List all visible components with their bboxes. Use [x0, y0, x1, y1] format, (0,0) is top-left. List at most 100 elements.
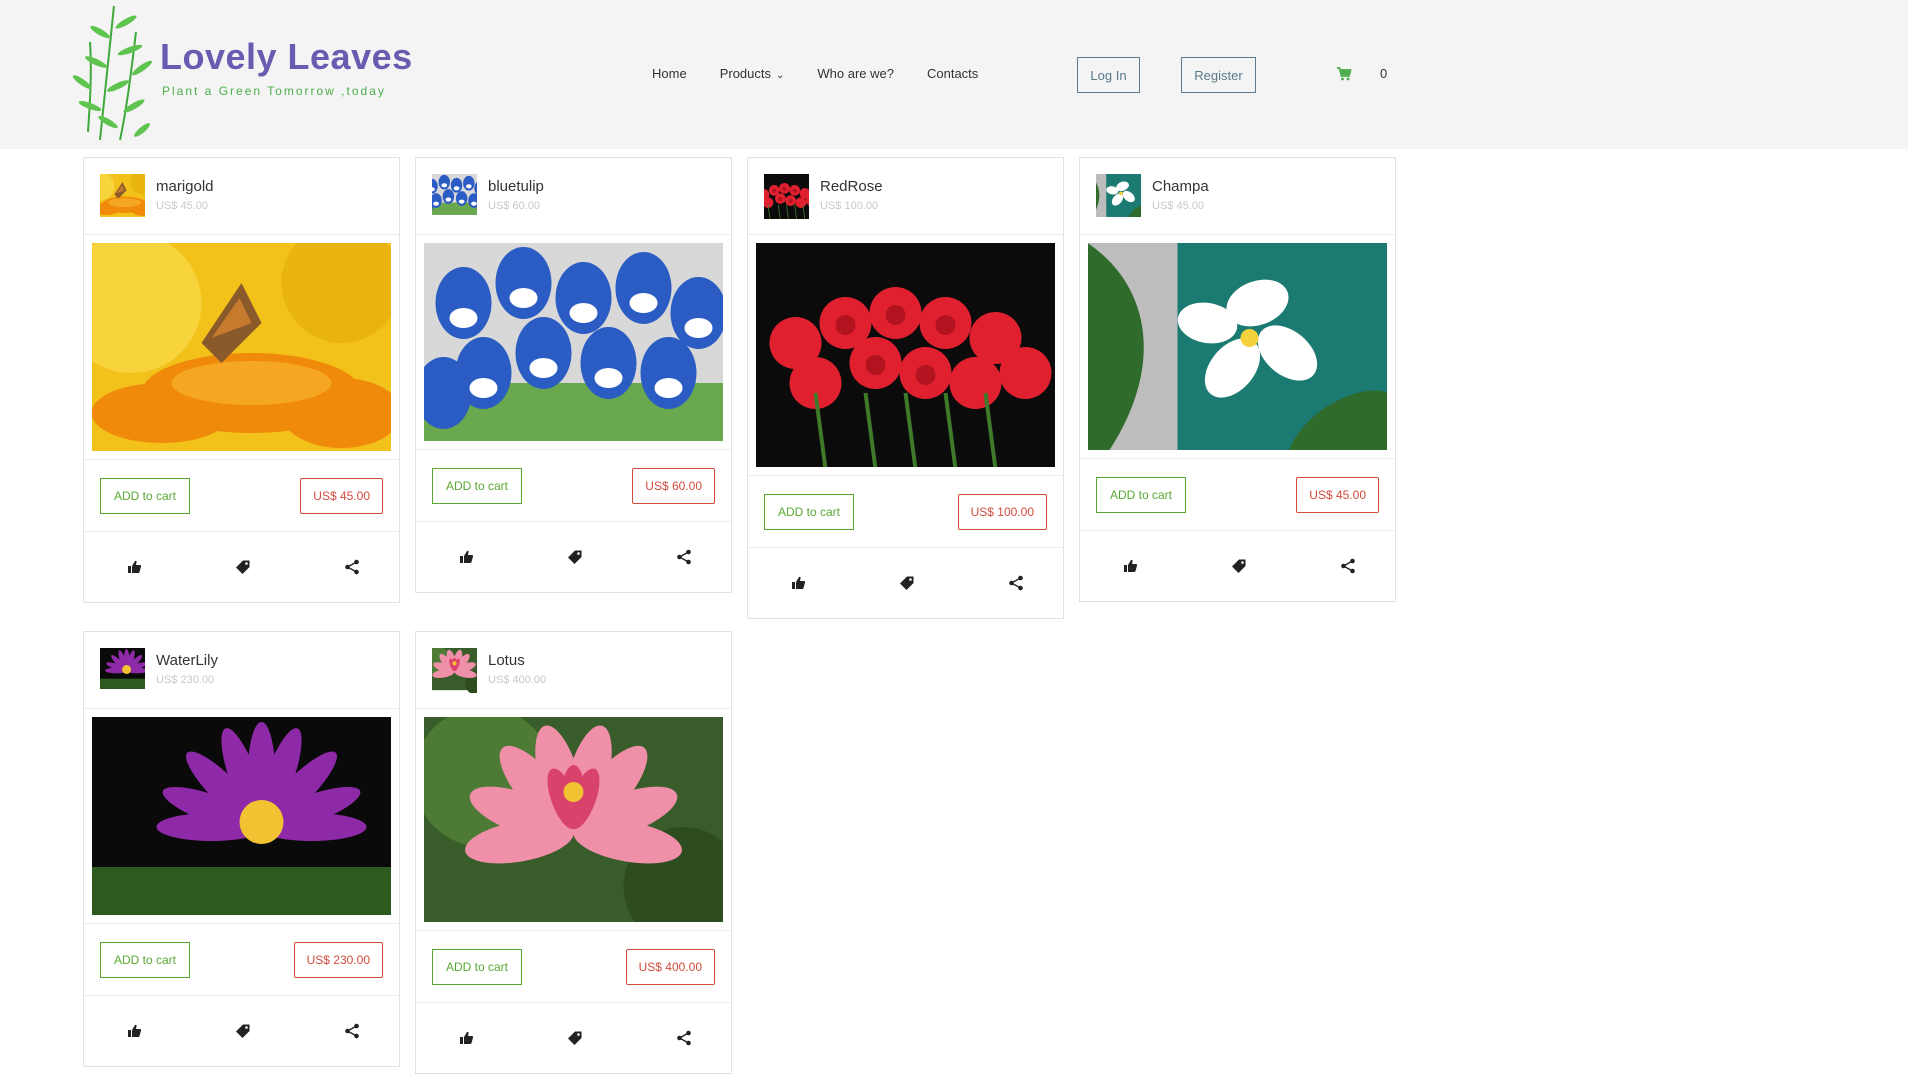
product-actions: ADD to cart US$ 60.00 [416, 450, 731, 522]
shopping-cart-icon[interactable] [1336, 66, 1352, 82]
add-to-cart-button[interactable]: ADD to cart [432, 468, 523, 504]
site-header: Lovely Leaves Plant a Green Tomorrow ,to… [0, 0, 1908, 149]
tag-icon[interactable] [567, 1030, 583, 1046]
tag-icon[interactable] [235, 559, 251, 575]
add-to-cart-button[interactable]: ADD to cart [100, 478, 191, 514]
share-icon[interactable] [676, 1030, 692, 1046]
product-name[interactable]: bluetulip [488, 178, 544, 195]
price-button[interactable]: US$ 45.00 [300, 478, 383, 514]
share-icon[interactable] [344, 1023, 360, 1039]
product-footer [748, 548, 1063, 618]
product-thumbnail[interactable] [100, 174, 145, 219]
price-button[interactable]: US$ 45.00 [1296, 477, 1379, 513]
product-image-container [416, 709, 731, 931]
product-card-header: Champa US$ 45.00 [1080, 158, 1395, 235]
share-icon[interactable] [1008, 575, 1024, 591]
share-icon[interactable] [344, 559, 360, 575]
tag-icon[interactable] [1231, 558, 1247, 574]
product-footer [84, 996, 399, 1066]
product-name[interactable]: marigold [156, 178, 214, 195]
product-image-container [84, 235, 399, 460]
add-to-cart-button[interactable]: ADD to cart [100, 942, 191, 978]
nav-products[interactable]: Products ⌄ [720, 66, 785, 81]
product-actions: ADD to cart US$ 45.00 [84, 460, 399, 532]
product-name[interactable]: Champa [1152, 178, 1209, 195]
add-to-cart-button[interactable]: ADD to cart [764, 494, 855, 530]
share-icon[interactable] [676, 549, 692, 565]
product-footer [84, 532, 399, 602]
login-button[interactable]: Log In [1077, 57, 1140, 93]
product-actions: ADD to cart US$ 100.00 [748, 476, 1063, 548]
product-thumbnail[interactable] [432, 174, 477, 219]
add-to-cart-button[interactable]: ADD to cart [432, 949, 523, 985]
product-card: Lotus US$ 400.00 ADD to cart US$ 400.00 [415, 631, 732, 1074]
thumbs-up-icon[interactable] [790, 575, 806, 591]
product-card: Champa US$ 45.00 ADD to cart US$ 45.00 [1079, 157, 1396, 602]
nav-contacts[interactable]: Contacts [927, 66, 978, 81]
thumbs-up-icon[interactable] [458, 549, 474, 565]
register-button[interactable]: Register [1181, 57, 1256, 93]
product-image[interactable] [1088, 243, 1387, 450]
add-to-cart-button[interactable]: ADD to cart [1096, 477, 1187, 513]
product-image[interactable] [92, 717, 391, 915]
tag-icon[interactable] [235, 1023, 251, 1039]
product-thumbnail[interactable] [764, 174, 809, 219]
product-thumbnail[interactable] [1096, 174, 1141, 219]
product-subprice: US$ 400.00 [488, 674, 547, 686]
nav-who-are-we[interactable]: Who are we? [817, 66, 894, 81]
product-footer [1080, 531, 1395, 601]
product-card: bluetulip US$ 60.00 ADD to cart US$ 60.0… [415, 157, 732, 593]
price-button[interactable]: US$ 100.00 [957, 494, 1047, 530]
price-button[interactable]: US$ 230.00 [293, 942, 383, 978]
product-subprice: US$ 100.00 [820, 200, 879, 212]
product-name[interactable]: RedRose [820, 178, 883, 195]
product-image[interactable] [424, 717, 723, 922]
product-card: marigold US$ 45.00 ADD to cart US$ 45.00 [83, 157, 400, 603]
tag-icon[interactable] [899, 575, 915, 591]
product-subprice: US$ 45.00 [1152, 200, 1204, 212]
product-subprice: US$ 45.00 [156, 200, 208, 212]
product-card-header: Lotus US$ 400.00 [416, 632, 731, 709]
product-actions: ADD to cart US$ 400.00 [416, 931, 731, 1003]
brand-logo[interactable]: Lovely Leaves Plant a Green Tomorrow ,to… [70, 2, 430, 142]
product-thumbnail[interactable] [432, 648, 477, 693]
cart-count: 0 [1380, 66, 1388, 81]
product-image-container [748, 235, 1063, 476]
main-nav: Home Products ⌄ Who are we? Contacts [652, 66, 978, 81]
share-icon[interactable] [1340, 558, 1356, 574]
nav-home[interactable]: Home [652, 66, 687, 81]
thumbs-up-icon[interactable] [126, 1023, 142, 1039]
nav-products-label: Products [719, 66, 771, 81]
brand-tagline: Plant a Green Tomorrow ,today [162, 84, 386, 98]
bamboo-leaves-icon [72, 5, 152, 141]
product-image[interactable] [424, 243, 723, 441]
product-image[interactable] [92, 243, 391, 451]
product-footer [416, 522, 731, 592]
product-actions: ADD to cart US$ 230.00 [84, 924, 399, 996]
thumbs-up-icon[interactable] [1122, 558, 1138, 574]
product-card-header: WaterLily US$ 230.00 [84, 632, 399, 709]
thumbs-up-icon[interactable] [458, 1030, 474, 1046]
product-name[interactable]: WaterLily [156, 652, 218, 669]
product-actions: ADD to cart US$ 45.00 [1080, 459, 1395, 531]
product-name[interactable]: Lotus [488, 652, 525, 669]
product-card: RedRose US$ 100.00 ADD to cart US$ 100.0… [747, 157, 1064, 619]
thumbs-up-icon[interactable] [126, 559, 142, 575]
brand-title: Lovely Leaves [160, 36, 413, 77]
product-subprice: US$ 60.00 [488, 200, 540, 212]
price-button[interactable]: US$ 400.00 [625, 949, 715, 985]
tag-icon[interactable] [567, 549, 583, 565]
product-thumbnail[interactable] [100, 648, 145, 693]
product-image-container [84, 709, 399, 924]
price-button[interactable]: US$ 60.00 [632, 468, 715, 504]
product-image-container [416, 235, 731, 450]
product-subprice: US$ 230.00 [156, 674, 215, 686]
product-footer [416, 1003, 731, 1073]
product-card-header: marigold US$ 45.00 [84, 158, 399, 235]
product-image-container [1080, 235, 1395, 459]
product-card-header: bluetulip US$ 60.00 [416, 158, 731, 235]
chevron-down-icon: ⌄ [776, 70, 785, 81]
product-card-header: RedRose US$ 100.00 [748, 158, 1063, 235]
product-image[interactable] [756, 243, 1055, 467]
product-card: WaterLily US$ 230.00 ADD to cart US$ 230… [83, 631, 400, 1067]
